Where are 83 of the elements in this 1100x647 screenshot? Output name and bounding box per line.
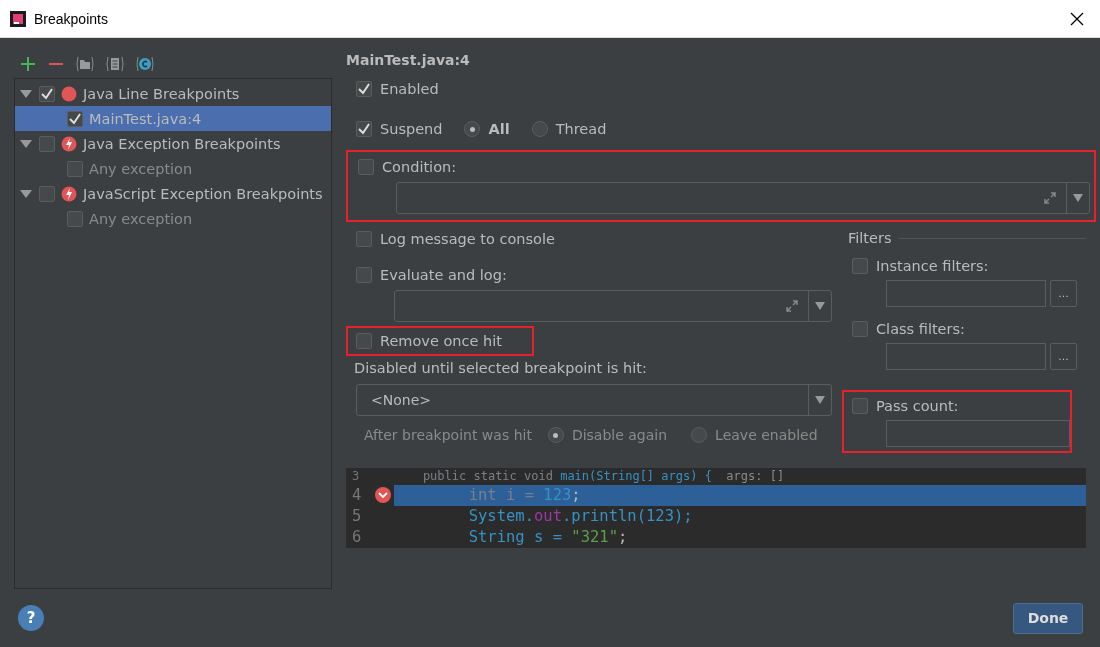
checkbox[interactable] <box>852 321 868 337</box>
done-button[interactable]: Done <box>1013 602 1083 634</box>
tree-item[interactable]: Any exception <box>15 156 331 181</box>
input-field[interactable] <box>886 343 1046 370</box>
checkbox[interactable] <box>39 185 55 202</box>
option-label: Thread <box>555 121 607 137</box>
caret-icon[interactable] <box>1073 194 1083 202</box>
input-field[interactable] <box>886 420 1070 447</box>
checkbox[interactable] <box>852 258 868 274</box>
app-icon <box>10 10 26 27</box>
expand-icon[interactable] <box>1042 190 1058 206</box>
option-label: Suspend <box>380 121 443 137</box>
option-label: Instance filters: <box>876 258 989 274</box>
tree-label: JavaScript Exception Breakpoints <box>83 185 323 202</box>
checkbox[interactable] <box>67 160 83 177</box>
checkbox[interactable] <box>356 81 372 97</box>
breakpoint-icon <box>61 85 77 102</box>
radio-button[interactable] <box>464 121 481 137</box>
tree-label: Java Line Breakpoints <box>83 85 240 102</box>
checkbox[interactable] <box>39 135 55 152</box>
line-number: 3 <box>351 469 361 484</box>
expand-arrow-icon[interactable] <box>19 138 33 149</box>
help-button[interactable]: ? <box>18 605 44 631</box>
browse-button[interactable]: ... <box>1050 343 1077 370</box>
tree-item[interactable]: JavaScript Exception Breakpoints <box>15 181 331 206</box>
window-title: Breakpoints <box>34 10 109 27</box>
tree-label: MainTest.java:4 <box>89 110 202 127</box>
tree-label: Any exception <box>89 210 193 227</box>
tree-label: Java Exception Breakpoints <box>83 135 281 152</box>
line-number: 6 <box>351 528 363 547</box>
close-icon[interactable] <box>1070 11 1084 26</box>
option-label: Pass count: <box>876 398 959 414</box>
document-icon[interactable] <box>106 55 124 73</box>
checkbox[interactable] <box>67 110 83 127</box>
tree-label: Any exception <box>89 160 193 177</box>
section-title: Filters <box>848 230 892 246</box>
option-label: Condition: <box>382 159 457 175</box>
caret-icon[interactable] <box>815 396 825 404</box>
tree-item[interactable]: Java Line Breakpoints <box>15 81 331 106</box>
option-label: Class filters: <box>876 321 965 337</box>
evaluate-field[interactable] <box>394 290 832 322</box>
caret-icon[interactable] <box>815 302 825 310</box>
breakpoint-dropdown[interactable]: <None> <box>356 384 832 416</box>
expand-arrow-icon[interactable] <box>19 88 33 99</box>
radio-button[interactable] <box>691 427 708 443</box>
code-line: String s = "321"; <box>467 528 628 547</box>
expand-arrow-icon[interactable] <box>19 188 33 199</box>
input-field[interactable] <box>886 280 1046 307</box>
field-label: Disabled until selected breakpoint is hit: <box>354 360 647 376</box>
field-label: After breakpoint was hit <box>364 427 532 443</box>
option-label: Evaluate and log: <box>380 267 507 283</box>
expand-icon[interactable] <box>784 298 800 314</box>
checkbox[interactable] <box>356 267 372 283</box>
option-label: Leave enabled <box>715 427 818 443</box>
checkbox[interactable] <box>39 85 55 102</box>
checkbox[interactable] <box>356 121 372 137</box>
option-label: Log message to console <box>380 231 555 247</box>
folder-icon[interactable] <box>76 55 94 73</box>
add-icon[interactable] <box>20 56 36 72</box>
class-icon[interactable] <box>136 55 154 73</box>
code-line: System.out.println(123); <box>467 507 693 526</box>
checkbox[interactable] <box>356 333 372 349</box>
checkbox[interactable] <box>358 159 374 175</box>
tree-item[interactable]: Any exception <box>15 206 331 231</box>
option-label: All <box>488 121 510 137</box>
checkbox[interactable] <box>67 210 83 227</box>
radio-button[interactable] <box>547 427 564 443</box>
option-label: Disable again <box>571 427 668 443</box>
condition-field[interactable] <box>396 182 1090 214</box>
option-label: Enabled <box>380 81 439 97</box>
checkbox[interactable] <box>852 398 868 414</box>
breakpoint-heading: MainTest.java:4 <box>346 52 471 70</box>
checkbox[interactable] <box>356 231 372 247</box>
breakpoint-icon[interactable] <box>374 486 392 505</box>
lightning-icon <box>61 185 77 202</box>
lightning-icon <box>61 135 77 152</box>
browse-button[interactable]: ... <box>1050 280 1077 307</box>
tree-item[interactable]: Java Exception Breakpoints <box>15 131 331 156</box>
radio-button[interactable] <box>531 121 548 137</box>
line-number: 4 <box>351 486 363 505</box>
option-label: Remove once hit <box>380 333 502 349</box>
code-line: public static void main(String[] args) { args: [] <box>421 469 785 484</box>
line-number: 5 <box>351 507 363 526</box>
